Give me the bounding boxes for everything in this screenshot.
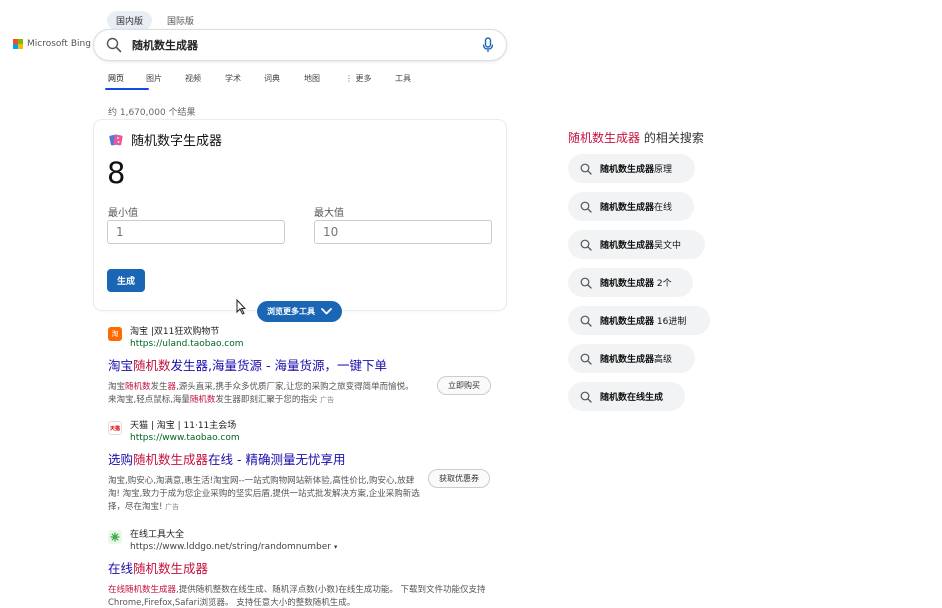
related-search-item[interactable]: 随机数生成器在线 [568,192,694,221]
related-search-item[interactable]: 随机数生成器高级 [568,344,695,373]
related-search-item[interactable]: 随机数生成器吴文中 [568,230,705,259]
more-tools-button[interactable]: 浏览更多工具 [257,301,342,322]
result-url[interactable]: https://uland.taobao.com [130,339,243,349]
dice-icon [109,134,123,145]
card-title: 随机数字生成器 [109,130,222,149]
result-description: 淘宝,购安心,淘满意,惠生活!淘宝网--一站式购物网站新体验,高性价比,购安心,… [108,476,420,512]
tools-favicon-icon [108,530,122,544]
result-title-link[interactable]: 淘宝随机数发生器,海量货源 - 海量货源，一键下单 [108,355,428,374]
related-search-label: 随机数生成器 16进制 [600,317,687,327]
result-site-name: 在线工具大全 [130,530,185,540]
chevron-down-icon [321,308,332,315]
result-title-link[interactable]: 在线随机数生成器 [108,558,496,577]
search-icon [580,315,592,327]
url-caret-icon: ▾ [333,543,338,551]
search-icon [580,163,592,175]
related-search-label: 随机数生成器吴文中 [600,241,682,251]
region-tabs: 国内版 国际版 [107,11,203,30]
result-count: 约 1,670,000 个结果 [108,108,196,118]
result-title-link[interactable]: 选购随机数生成器在线 - 精确测量无忧享用 [108,449,424,468]
search-icon [580,239,592,251]
min-label: 最小值 [108,208,138,219]
tab-academic[interactable]: 学术 [225,73,264,84]
tab-international[interactable]: 国际版 [158,11,203,30]
result-description: 淘宝随机数发生器,源头直采,携手众多优质厂家,让您的采购之旅变得简单而愉悦。 来淘… [108,382,414,405]
search-icon [580,277,592,289]
get-coupon-button[interactable]: 获取优惠券 [428,469,490,488]
card-title-text: 随机数字生成器 [131,134,223,149]
random-result: 8 [107,156,126,190]
related-search-item[interactable]: 随机数生成器 16进制 [568,306,710,335]
related-search-label: 随机数生成器原理 [600,165,673,175]
search-result: 天猫 天猫 | 淘宝 | 11·11主会场 https://www.taobao… [108,418,424,514]
related-search-label: 随机数生成器高级 [600,355,673,365]
related-search-item[interactable]: 随机数在线生成 [568,382,685,411]
search-icon [580,391,592,403]
result-site-name: 天猫 | 淘宝 | 11·11主会场 [130,421,237,431]
tab-web[interactable]: 网页 [105,73,149,90]
result-description: 在线随机数生成器,提供随机整数在线生成、随机浮点数(小数)在线生成功能。 下载到… [108,585,486,608]
related-search-item[interactable]: 随机数生成器 2个 [568,268,693,297]
microsoft-logo-icon [13,39,23,49]
search-icon [580,201,592,213]
logo-text: Microsoft Bing [27,39,91,49]
related-search-label: 随机数生成器 2个 [600,279,672,289]
max-label: 最大值 [314,208,344,219]
tab-domestic[interactable]: 国内版 [107,11,153,30]
related-search-label: 随机数在线生成 [600,393,664,403]
tab-images[interactable]: 图片 [146,73,185,84]
tab-videos[interactable]: 视频 [185,73,225,84]
max-input[interactable] [314,220,492,244]
result-site-name: 淘宝 |双11狂欢购物节 [130,327,220,337]
result-url[interactable]: https://www.lddgo.net/string/randomnumbe… [130,542,337,552]
search-nav-tabs: 网页 图片 视频 学术 词典 地图 ⋮ 更多 工具 [105,73,425,90]
mouse-cursor-icon [236,299,246,315]
bing-logo[interactable]: Microsoft Bing [13,39,91,49]
ad-label: 广告 [165,503,180,511]
result-url[interactable]: https://www.taobao.com [130,433,240,443]
tab-dictionary[interactable]: 词典 [264,73,304,84]
tmall-favicon-icon: 天猫 [108,421,122,435]
search-input[interactable] [132,38,482,52]
search-result: 淘 淘宝 |双11狂欢购物节 https://uland.taobao.com … [108,324,428,407]
tab-more[interactable]: ⋮ 更多 [345,73,395,84]
search-result: 在线工具大全 https://www.lddgo.net/string/rand… [108,527,496,608]
microphone-icon[interactable] [482,37,494,53]
search-icon[interactable] [106,37,122,53]
search-box [94,30,506,60]
tab-tools[interactable]: 工具 [395,73,425,84]
more-tools-label: 浏览更多工具 [267,307,315,316]
generate-button[interactable]: 生成 [107,269,146,292]
tab-maps[interactable]: 地图 [304,73,345,84]
search-icon [580,353,592,365]
result-header: 天猫 天猫 | 淘宝 | 11·11主会场 https://www.taobao… [108,418,424,443]
buy-now-button[interactable]: 立即购买 [437,376,491,395]
taobao-favicon-icon: 淘 [108,327,122,341]
result-header: 淘 淘宝 |双11狂欢购物节 https://uland.taobao.com [108,324,428,349]
related-search-item[interactable]: 随机数生成器原理 [568,154,695,183]
related-searches-title: 随机数生成器 的相关搜索 [568,131,704,145]
result-header: 在线工具大全 https://www.lddgo.net/string/rand… [108,527,496,552]
related-search-label: 随机数生成器在线 [600,203,673,213]
ad-label: 广告 [320,396,335,404]
min-input[interactable] [107,220,285,244]
random-number-card: 随机数字生成器 8 最小值 最大值 生成 浏览更多工具 [94,120,506,322]
